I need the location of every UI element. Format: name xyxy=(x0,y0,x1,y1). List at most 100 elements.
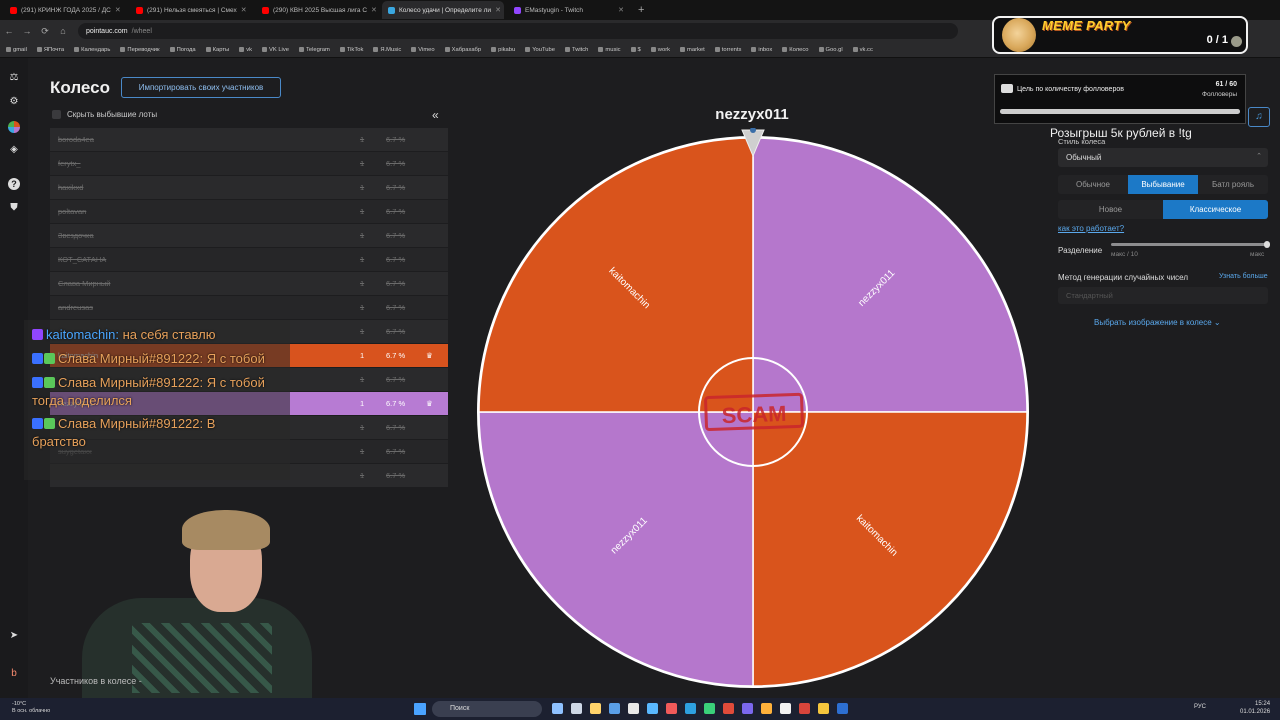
lot-row[interactable]: haxikxd 1 6.7 % xyxy=(50,176,448,200)
bookmark-item[interactable]: Погода xyxy=(169,47,196,53)
browser-tab[interactable]: (291) Нельзя смеяться | Смех ✕ xyxy=(130,1,252,19)
lot-row[interactable]: boroda4ea 1 6.7 % xyxy=(50,128,448,152)
forward-icon[interactable]: → xyxy=(18,26,36,36)
lot-row[interactable]: andreusas 1 6.7 % xyxy=(50,296,448,320)
taskbar-app-icon[interactable] xyxy=(685,703,696,714)
new-tab-icon[interactable]: + xyxy=(638,4,644,16)
language-indicator[interactable]: РУС xyxy=(1194,704,1206,710)
back-icon[interactable]: ← xyxy=(0,26,18,36)
layers-icon[interactable]: ◈ xyxy=(8,144,20,156)
import-participants-button[interactable]: Импортировать своих участников xyxy=(121,77,281,98)
bookmark-item[interactable]: torrents xyxy=(714,47,741,53)
prize-wheel[interactable]: nezzyx011kaitomachinnezzyx011kaitomachin… xyxy=(470,128,1036,694)
close-icon[interactable]: ✕ xyxy=(371,6,377,14)
trophy-icon[interactable]: ♛ xyxy=(426,399,446,408)
collapse-panel-icon[interactable]: « xyxy=(432,108,439,122)
bookmark-item[interactable]: Я.Music xyxy=(373,47,401,53)
wheel-icon[interactable] xyxy=(8,121,20,133)
taskbar-app-icon[interactable] xyxy=(742,703,753,714)
gavel-icon[interactable]: ⚖ xyxy=(8,72,20,84)
choose-image-button[interactable]: Выбрать изображение в колесе ⌄ xyxy=(1094,318,1221,327)
telegram-icon[interactable]: ➤ xyxy=(8,630,20,642)
trophy-icon[interactable]: ♛ xyxy=(426,351,446,360)
variant-classic[interactable]: Классическое xyxy=(1163,200,1268,219)
browser-tab[interactable]: Колесо удачи | Определите ли ✕ xyxy=(382,1,504,19)
bookmark-item[interactable]: $ xyxy=(630,47,641,53)
gear-icon[interactable]: ⚙ xyxy=(8,96,20,108)
taskbar-app-icon[interactable] xyxy=(761,703,772,714)
taskbar-app-icon[interactable] xyxy=(647,703,658,714)
boosty-icon[interactable]: b xyxy=(8,668,20,680)
bookmark-item[interactable]: VK Live xyxy=(261,47,289,53)
bookmark-item[interactable]: Переводчик xyxy=(120,47,160,53)
weather-widget[interactable]: -10°C В осн. облачно xyxy=(12,701,50,715)
how-it-works-link[interactable]: как это работает? xyxy=(1058,224,1124,233)
variant-new[interactable]: Новое xyxy=(1058,200,1163,219)
music-icon[interactable]: ♫ xyxy=(1248,107,1270,127)
lot-row[interactable]: КОТ_САТАНА 1 6.7 % xyxy=(50,248,448,272)
bookmark-item[interactable]: Хабрахабр xyxy=(444,47,481,53)
browser-tab[interactable]: EMastyugin - Twitch ✕ xyxy=(508,1,630,19)
hide-eliminated-checkbox[interactable] xyxy=(52,110,61,119)
bookmark-item[interactable]: Twitch xyxy=(564,47,588,53)
bookmark-item[interactable]: Календарь xyxy=(74,47,110,53)
help-icon[interactable]: ? xyxy=(8,178,20,190)
taskbar-app-icon[interactable] xyxy=(818,703,829,714)
bookmark-item[interactable]: music xyxy=(598,47,621,53)
taskbar-search[interactable]: Поиск xyxy=(432,701,542,717)
bookmark-item[interactable]: Goo.gl xyxy=(818,47,843,53)
clock[interactable]: 15:24 01.01.2026 xyxy=(1240,700,1270,716)
taskbar-app-icon[interactable] xyxy=(628,703,639,714)
lot-row[interactable]: ferytx_ 1 6.7 % xyxy=(50,152,448,176)
taskbar-app-icon[interactable] xyxy=(552,703,563,714)
bookmark-item[interactable]: vk.cc xyxy=(852,47,873,53)
home-icon[interactable]: ⌂ xyxy=(54,26,72,36)
bookmark-item[interactable]: inbox xyxy=(751,47,772,53)
close-icon[interactable]: ✕ xyxy=(115,6,121,14)
bookmark-item[interactable]: work xyxy=(650,47,670,53)
url-field[interactable]: pointauc.com/wheel xyxy=(78,23,958,39)
lot-row[interactable]: Звездочка 1 6.7 % xyxy=(50,224,448,248)
close-icon[interactable]: ✕ xyxy=(495,6,501,14)
close-icon[interactable]: ✕ xyxy=(618,6,624,14)
reload-icon[interactable]: ⟳ xyxy=(36,26,54,37)
split-slider[interactable] xyxy=(1111,241,1270,248)
split-slider-knob[interactable] xyxy=(1264,241,1270,248)
bookmark-item[interactable]: TikTok xyxy=(339,47,363,53)
close-icon[interactable]: ✕ xyxy=(241,6,247,14)
rng-select[interactable]: Стандартный xyxy=(1058,287,1268,304)
browser-tab[interactable]: (291) КРИНЖ ГОДА 2025 / ДС ✕ xyxy=(4,1,126,19)
taskbar-app-icon[interactable] xyxy=(780,703,791,714)
mode-elimination[interactable]: Выбывание xyxy=(1128,175,1198,194)
bookmark-item[interactable]: Колесо xyxy=(782,47,809,53)
bookmark-item[interactable]: gmail xyxy=(6,47,27,53)
bookmark-item[interactable]: Карты xyxy=(205,47,229,53)
taskbar-app-icon[interactable] xyxy=(723,703,734,714)
taskbar-app-icon[interactable] xyxy=(571,703,582,714)
lot-amount: 1 xyxy=(360,327,365,336)
shield-icon[interactable]: ⛊ xyxy=(8,202,20,214)
bookmark-item[interactable]: market xyxy=(680,47,705,53)
taskbar-app-icon[interactable] xyxy=(609,703,620,714)
taskbar-app-icon[interactable] xyxy=(837,703,848,714)
lot-row[interactable]: Слава Мирный 1 6.7 % xyxy=(50,272,448,296)
bookmark-item[interactable]: Vimeo xyxy=(411,47,435,53)
mode-normal[interactable]: Обычное xyxy=(1058,175,1128,194)
mode-battle-royale[interactable]: Батл рояль xyxy=(1198,175,1268,194)
bookmark-item[interactable]: pikabu xyxy=(491,47,515,53)
wheel-style-select[interactable]: Обычный ⌃ xyxy=(1058,148,1268,167)
hide-eliminated-toggle[interactable]: Скрыть выбывшие лоты xyxy=(52,110,157,119)
browser-tab[interactable]: (290) КВН 2025 Высшая лига С ✕ xyxy=(256,1,378,19)
taskbar-app-icon[interactable] xyxy=(704,703,715,714)
bookmark-item[interactable]: YouTube xyxy=(525,47,555,53)
taskbar-app-icon[interactable] xyxy=(666,703,677,714)
taskbar-app-icon[interactable] xyxy=(799,703,810,714)
start-icon[interactable] xyxy=(414,703,426,715)
lot-row[interactable]: poltavan 1 6.7 % xyxy=(50,200,448,224)
bookmark-item[interactable]: Telegram xyxy=(298,47,330,53)
taskbar-app-icon[interactable] xyxy=(590,703,601,714)
bookmark-item[interactable]: ЯПочта xyxy=(36,47,64,53)
learn-more-link[interactable]: Узнать больше xyxy=(1219,273,1268,280)
bookmark-item[interactable]: vk xyxy=(239,47,252,53)
tab-label: (290) КВН 2025 Высшая лига С xyxy=(273,6,368,14)
